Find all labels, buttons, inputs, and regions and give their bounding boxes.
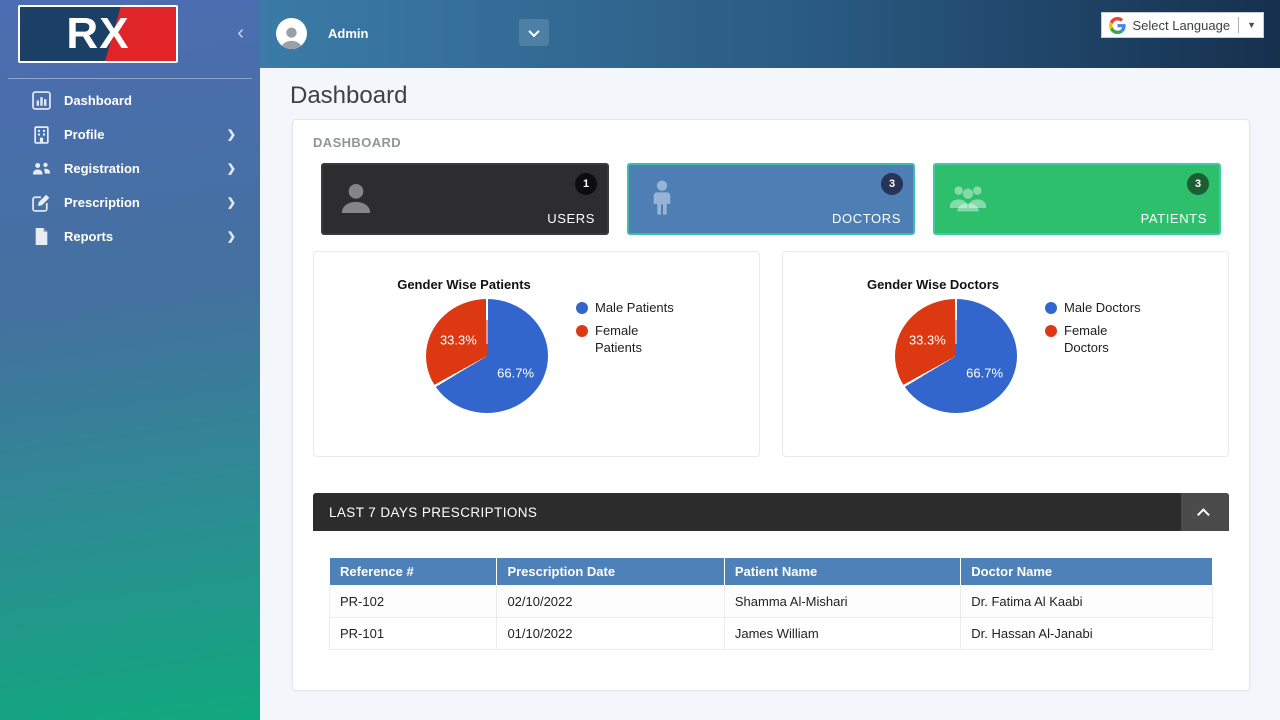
patients-icon xyxy=(948,178,988,218)
main-content: Dashboard DASHBOARD 1 USERS 3 DOCTORS xyxy=(260,68,1280,720)
sidebar-item-registration[interactable]: Registration ❯ xyxy=(8,151,252,185)
chart-title: Gender Wise Patients xyxy=(314,277,614,292)
pie-slice-label: 66.7% xyxy=(497,365,534,380)
col-patient-name: Patient Name xyxy=(724,558,960,586)
prescriptions-panel-header: LAST 7 DAYS PRESCRIPTIONS xyxy=(313,493,1229,531)
gender-wise-patients-chart: Gender Wise Patients 66.7% 33.3% Male Pa… xyxy=(313,251,760,457)
app-logo[interactable]: R X xyxy=(18,5,178,63)
sidebar-item-label: Registration xyxy=(64,161,140,176)
cell-reference: PR-101 xyxy=(330,618,497,650)
language-selector[interactable]: Select Language ▼ xyxy=(1101,12,1264,38)
legend-dot xyxy=(1045,302,1057,314)
table-row: PR-101 01/10/2022 James William Dr. Hass… xyxy=(330,618,1213,650)
prescription-icon xyxy=(32,193,51,212)
chevron-down-icon xyxy=(528,25,539,36)
dropdown-arrow-icon: ▼ xyxy=(1247,20,1256,30)
pie-slice-label: 33.3% xyxy=(440,332,477,347)
legend-item: Male Patients xyxy=(576,300,681,316)
sidebar-item-dashboard[interactable]: Dashboard xyxy=(8,83,252,117)
pie-slice-label: 66.7% xyxy=(966,365,1003,380)
sidebar-item-reports[interactable]: Reports ❯ xyxy=(8,219,252,253)
chevron-up-icon xyxy=(1197,508,1210,521)
chevron-right-icon: ❯ xyxy=(227,230,236,243)
table-row: PR-102 02/10/2022 Shamma Al-Mishari Dr. … xyxy=(330,586,1213,618)
legend-dot xyxy=(1045,325,1057,337)
cell-reference: PR-102 xyxy=(330,586,497,618)
user-icon xyxy=(336,178,376,218)
profile-icon xyxy=(32,125,51,144)
stat-card-doctors[interactable]: 3 DOCTORS xyxy=(627,163,915,235)
col-prescription-date: Prescription Date xyxy=(497,558,724,586)
topbar: Admin Select Language ▼ xyxy=(260,0,1280,68)
person-icon xyxy=(276,21,307,49)
cell-doctor: Dr. Fatima Al Kaabi xyxy=(961,586,1213,618)
user-avatar[interactable] xyxy=(276,18,307,49)
chart-legend: Male Doctors Female Doctors xyxy=(1045,300,1150,356)
legend-label: Male Patients xyxy=(595,300,674,316)
sidebar-item-label: Reports xyxy=(64,229,113,244)
legend-label: Female Patients xyxy=(595,323,681,356)
sidebar-item-label: Dashboard xyxy=(64,93,132,108)
dashboard-icon xyxy=(32,91,51,110)
charts-row: Gender Wise Patients 66.7% 33.3% Male Pa… xyxy=(313,251,1229,457)
gender-wise-doctors-chart: Gender Wise Doctors 66.7% 33.3% Male Doc… xyxy=(782,251,1229,457)
legend-item: Female Patients xyxy=(576,323,681,356)
col-doctor-name: Doctor Name xyxy=(961,558,1213,586)
cell-doctor: Dr. Hassan Al-Janabi xyxy=(961,618,1213,650)
chart-title: Gender Wise Doctors xyxy=(783,277,1083,292)
sidebar-item-prescription[interactable]: Prescription ❯ xyxy=(8,185,252,219)
dashboard-panel: DASHBOARD 1 USERS 3 DOCTORS xyxy=(292,119,1250,691)
page-title: Dashboard xyxy=(290,82,1280,110)
logo-letter-x: X xyxy=(99,12,129,56)
users-count-badge: 1 xyxy=(575,173,597,195)
legend-item: Male Doctors xyxy=(1045,300,1150,316)
doctor-icon xyxy=(642,178,682,218)
stat-card-users[interactable]: 1 USERS xyxy=(321,163,609,235)
stat-card-patients[interactable]: 3 PATIENTS xyxy=(933,163,1221,235)
separator xyxy=(1238,17,1239,33)
chevron-right-icon: ❯ xyxy=(227,196,236,209)
language-selector-label: Select Language xyxy=(1132,18,1230,33)
legend-label: Female Doctors xyxy=(1064,323,1150,356)
sidebar: R X ‹ Dashboard Profile ❯ Registration ❯ xyxy=(0,0,260,720)
patients-pie: 66.7% 33.3% xyxy=(426,299,548,413)
chevron-right-icon: ❯ xyxy=(227,162,236,175)
legend-label: Male Doctors xyxy=(1064,300,1141,316)
stat-card-label: PATIENTS xyxy=(1141,211,1207,226)
chevron-right-icon: ❯ xyxy=(227,128,236,141)
prescriptions-panel: LAST 7 DAYS PRESCRIPTIONS Reference # Pr… xyxy=(313,493,1229,664)
stat-card-label: DOCTORS xyxy=(832,211,901,226)
chart-legend: Male Patients Female Patients xyxy=(576,300,681,356)
legend-item: Female Doctors xyxy=(1045,323,1150,356)
sidebar-menu: Dashboard Profile ❯ Registration ❯ Presc… xyxy=(8,78,252,253)
panel-collapse-button[interactable] xyxy=(1181,493,1229,531)
legend-dot xyxy=(576,325,588,337)
legend-dot xyxy=(576,302,588,314)
sidebar-item-label: Profile xyxy=(64,127,104,142)
google-icon xyxy=(1109,17,1126,34)
stat-card-label: USERS xyxy=(547,211,595,226)
registration-icon xyxy=(32,159,51,178)
sidebar-collapse-icon[interactable]: ‹ xyxy=(237,20,244,46)
prescriptions-panel-title: LAST 7 DAYS PRESCRIPTIONS xyxy=(313,505,537,520)
cell-date: 02/10/2022 xyxy=(497,586,724,618)
cell-date: 01/10/2022 xyxy=(497,618,724,650)
user-menu-toggle[interactable] xyxy=(519,19,549,46)
stats-row: 1 USERS 3 DOCTORS 3 PATIENTS xyxy=(293,163,1249,235)
cell-patient: James William xyxy=(724,618,960,650)
sidebar-item-label: Prescription xyxy=(64,195,140,210)
cell-patient: Shamma Al-Mishari xyxy=(724,586,960,618)
doctors-pie: 66.7% 33.3% xyxy=(895,299,1017,413)
dashboard-panel-heading: DASHBOARD xyxy=(293,120,1249,163)
topbar-username[interactable]: Admin xyxy=(328,26,368,41)
sidebar-item-profile[interactable]: Profile ❯ xyxy=(8,117,252,151)
prescriptions-table-body: Reference # Prescription Date Patient Na… xyxy=(313,531,1229,664)
reports-icon xyxy=(32,227,51,246)
doctors-count-badge: 3 xyxy=(881,173,903,195)
col-reference: Reference # xyxy=(330,558,497,586)
pie-slice-label: 33.3% xyxy=(909,332,946,347)
logo-letter-r: R xyxy=(66,12,99,56)
patients-count-badge: 3 xyxy=(1187,173,1209,195)
prescriptions-table: Reference # Prescription Date Patient Na… xyxy=(329,557,1213,650)
